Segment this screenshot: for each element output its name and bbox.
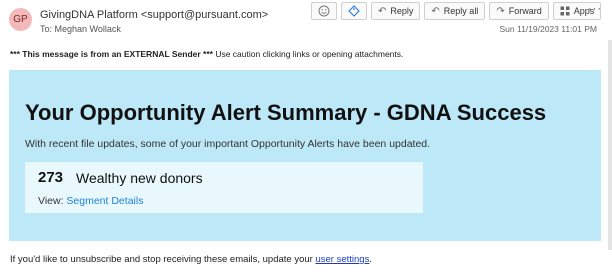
segment-details-link[interactable]: Segment Details: [66, 195, 143, 207]
tag-button[interactable]: [341, 2, 367, 20]
forward-label: Forward: [508, 6, 542, 16]
recipient-line: To: Meghan Wollack: [40, 24, 121, 34]
warning-bold: *** This message is from an EXTERNAL Sen…: [10, 49, 213, 59]
external-sender-warning: *** This message is from an EXTERNAL Sen…: [10, 49, 403, 59]
alert-view-line: View: Segment Details: [38, 195, 143, 207]
reply-all-button[interactable]: ↶ Reply all: [424, 2, 486, 20]
opportunity-alert-card: Your Opportunity Alert Summary - GDNA Su…: [9, 70, 601, 241]
card-subtitle: With recent file updates, some of your i…: [25, 138, 431, 150]
alert-label: Wealthy new donors: [76, 170, 203, 186]
alert-count: 273: [38, 169, 64, 186]
message-toolbar: ↶ Reply ↶ Reply all ↷ Forward Apps: [311, 2, 602, 20]
sender-name[interactable]: GivingDNA Platform <support@pursuant.com…: [40, 9, 268, 21]
view-prefix: View:: [38, 195, 67, 207]
reply-button[interactable]: ↶ Reply: [371, 2, 421, 20]
warning-text: Use caution clicking links or opening at…: [212, 49, 404, 59]
alert-box: 273 Wealthy new donors View: Segment Det…: [25, 162, 423, 213]
footer-end: .: [369, 254, 372, 265]
card-title: Your Opportunity Alert Summary - GDNA Su…: [25, 100, 547, 125]
more-actions-button[interactable]: ···: [588, 3, 602, 15]
smiley-icon: [318, 5, 330, 17]
footer-text: If you'd like to unsubscribe and stop re…: [10, 254, 316, 265]
reply-icon: ↶: [378, 5, 387, 17]
to-prefix: To:: [40, 24, 53, 34]
reply-all-label: Reply all: [443, 6, 479, 16]
reply-all-icon: ↶: [431, 5, 440, 17]
forward-icon: ↷: [496, 5, 505, 17]
tag-icon: [348, 5, 360, 17]
sender-avatar[interactable]: GP: [9, 8, 32, 31]
recipient-name[interactable]: Meghan Wollack: [55, 24, 121, 34]
apps-grid-icon: [560, 6, 570, 16]
message-datetime: Sun 11/19/2023 11:01 PM: [499, 24, 597, 34]
forward-button[interactable]: ↷ Forward: [489, 2, 549, 20]
reply-label: Reply: [390, 6, 414, 16]
unsubscribe-footer: If you'd like to unsubscribe and stop re…: [10, 254, 372, 265]
emoji-reaction-button[interactable]: [311, 2, 337, 20]
user-settings-link[interactable]: user settings: [315, 254, 369, 265]
scrollbar[interactable]: [608, 40, 612, 250]
